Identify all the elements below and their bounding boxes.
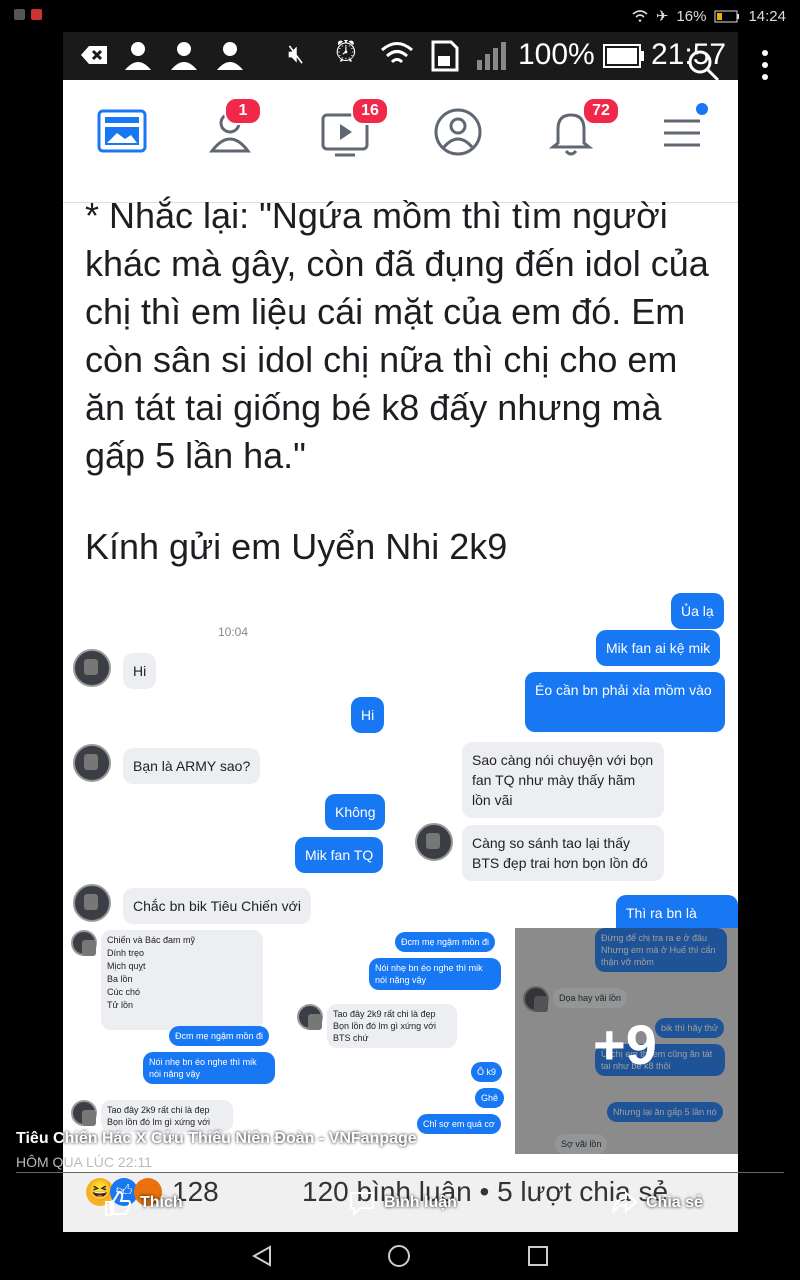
chat-bubble: Sao càng nói chuyện với bọn fan TQ như m… <box>462 742 664 818</box>
chat-bubble: Nói nhẹ bn éo nghe thì mik nói nặng vậy <box>369 958 501 990</box>
chat-bubble: Tao đây 2k9 rất chi là đẹp Bọn lồn đó lm… <box>101 1100 233 1132</box>
mute-icon: 🔇︎ <box>288 38 305 68</box>
thumbnail-2[interactable]: Đcm mẹ ngậm mồn đi Nói nhẹ bn éo nghe th… <box>289 928 513 1154</box>
comment-label: Bình luận <box>384 1194 457 1211</box>
chat-screenshot-left: 10:04 Hi Hi Bạn là ARMY sao? Không Mik f… <box>63 597 403 927</box>
chat-bubble: Ô k9 <box>471 1062 503 1082</box>
thumbs-up-icon <box>105 1190 131 1216</box>
avatar <box>71 1100 97 1126</box>
notifications-tab[interactable]: 72 <box>544 97 620 159</box>
post-signoff: Kính gửi em Uyển Nhi 2k9 <box>85 526 508 567</box>
sd-card-icon <box>431 40 459 72</box>
chat-bubble: Đcm mẹ ngậm mồn đi <box>169 1026 270 1046</box>
avatar <box>71 930 97 956</box>
like-label: Thích <box>140 1194 183 1211</box>
profile-icon[interactable] <box>431 105 485 159</box>
inner-status-bar: 🔇︎ ⏰︎ 100% 21:57 <box>63 32 738 80</box>
zoom-icon[interactable] <box>686 48 722 84</box>
battery-icon <box>603 44 644 68</box>
chat-bubble: Bạn là ARMY sao? <box>123 748 261 784</box>
inner-battery-percent: 100% <box>518 38 595 71</box>
clock: 14:24 <box>748 7 786 25</box>
menu-tab[interactable] <box>656 103 710 159</box>
notification-icons <box>14 9 42 20</box>
overflow-menu-icon[interactable] <box>762 50 770 80</box>
chat-bubble: Càng so sánh tao lại thấy BTS đẹp trai h… <box>462 825 664 881</box>
avatar <box>297 1004 323 1030</box>
home-nav-icon[interactable] <box>387 1244 411 1268</box>
chat-screenshot-right: Ủa lạ Mik fan ai kệ mik Éo cần bn phải x… <box>403 593 738 951</box>
menu-dot-indicator <box>696 103 708 115</box>
alarm-icon: ⏰︎ <box>335 36 357 67</box>
post-text: * Nhắc lại: "Ngứa mồm thì tìm người khác… <box>85 195 719 476</box>
back-nav-icon[interactable] <box>250 1244 274 1268</box>
thumbnail-1[interactable]: Chiến và Bác đam mỹ Dính trẹo Mịch quỵt … <box>63 928 289 1154</box>
avatar <box>415 823 453 861</box>
chat-bubble: Hi <box>123 653 157 689</box>
share-button[interactable]: Chia sẻ <box>610 1190 703 1216</box>
facebook-nav-bar: 1 16 72 <box>63 80 738 203</box>
more-photos-count: +9 <box>593 1013 657 1076</box>
chat-bubble: Nói nhẹ bn éo nghe thì mik nói nặng vậy <box>143 1052 275 1084</box>
share-label: Chia sẻ <box>646 1194 703 1211</box>
friends-tab[interactable]: 1 <box>206 97 262 159</box>
watch-badge: 16 <box>351 97 389 125</box>
divider <box>16 1172 784 1173</box>
notifications-badge: 72 <box>582 97 620 125</box>
status-bar: ✈ 16% 14:24 <box>0 0 800 32</box>
chat-bubble: Éo cần bn phải xỉa mồm vào <box>525 672 725 732</box>
watch-tab[interactable]: 16 <box>319 97 389 159</box>
post-image[interactable]: 🔇︎ ⏰︎ 100% 21:57 1 16 72 * Nhắc lại: "Ng… <box>63 32 738 1232</box>
chat-bubble: Đcm mẹ ngậm mồn đi <box>395 932 496 952</box>
avatar <box>73 649 111 687</box>
chat-bubble: Ghê <box>475 1088 505 1108</box>
avatar <box>73 744 111 782</box>
airplane-icon: ✈ <box>655 8 669 25</box>
back-icon <box>81 46 107 64</box>
people-icons <box>125 42 243 70</box>
battery-percent: 16% <box>676 7 707 25</box>
avatar <box>73 884 111 922</box>
chat-bubble: Hi <box>351 697 385 733</box>
signal-icon <box>477 42 506 70</box>
post-date: HÔM QUA LÚC 22:11 <box>16 1154 152 1170</box>
news-feed-icon[interactable] <box>95 105 149 159</box>
chat-bubble: Tao đây 2k9 rất chi là đẹp Bọn lồn đó lm… <box>327 1004 457 1048</box>
facebook-notification-icon <box>14 9 25 20</box>
friends-badge: 1 <box>224 97 262 125</box>
chat-bubble: Chắc bn bik Tiêu Chiến với <box>123 888 311 924</box>
like-button[interactable]: Thích <box>104 1190 183 1216</box>
system-nav-bar <box>0 1232 800 1280</box>
chat-bubble: Chiến và Bác đam mỹ Dính trẹo Mịch quỵt … <box>101 930 263 1030</box>
status-right: ✈ 16% 14:24 <box>632 7 786 25</box>
chat-bubble: Chỉ sợ em quá cơ <box>417 1114 501 1134</box>
wifi-icon <box>381 42 413 64</box>
battery-icon <box>714 10 740 22</box>
chat-bubble: Ủa lạ <box>671 593 724 629</box>
app-notification-icon <box>31 9 42 20</box>
wifi-icon <box>632 10 648 22</box>
chat-time: 10:04 <box>218 625 249 639</box>
chat-bubble: Mik fan ai kệ mik <box>596 630 721 666</box>
comment-icon <box>350 1192 374 1216</box>
chat-bubble: Mik fan TQ <box>295 837 384 873</box>
share-icon <box>612 1190 638 1214</box>
album-title[interactable]: Tiêu Chiến Hác X Cửu Thiếu Niên Đoàn - V… <box>16 1130 417 1148</box>
recents-nav-icon[interactable] <box>526 1244 550 1268</box>
chat-bubble: Không <box>325 794 386 830</box>
comment-button[interactable]: Bình luận <box>348 1190 457 1216</box>
